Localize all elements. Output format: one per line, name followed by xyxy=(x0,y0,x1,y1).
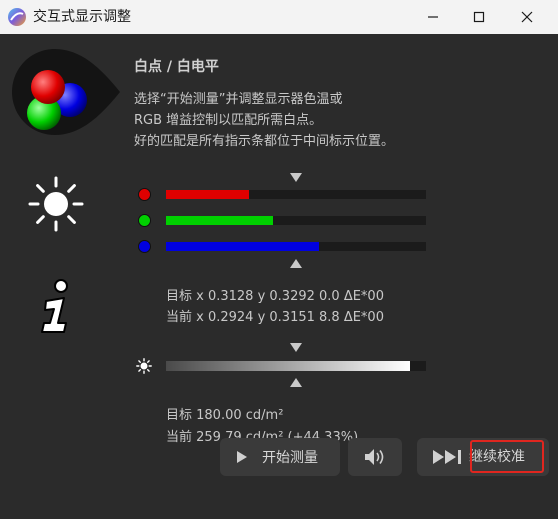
window-title: 交互式显示调整 xyxy=(33,9,131,25)
luminance-fill xyxy=(166,361,411,371)
maximize-button[interactable] xyxy=(456,0,502,34)
play-icon xyxy=(237,451,247,463)
skip-forward-icon xyxy=(433,450,461,464)
start-measurement-button[interactable]: 开始测量 xyxy=(220,438,340,476)
section-heading: 白点 / 白电平 xyxy=(134,59,219,75)
blue-channel-bar xyxy=(166,242,426,251)
minimize-icon xyxy=(428,16,438,18)
description-line: RGB 增益控制以匹配所需白点。 xyxy=(134,113,323,128)
description-line: 好的匹配是所有指示条都位于中间标示位置。 xyxy=(134,134,395,149)
blue-channel-dot xyxy=(138,240,151,253)
green-channel-fill xyxy=(166,216,273,225)
rgb-target-readout: 目标 x 0.3128 y 0.3292 0.0 ΔE*00 xyxy=(166,289,384,304)
luminance-target-marker-bottom xyxy=(290,378,302,387)
description-line: 选择“开始测量”并调整显示器色温或 xyxy=(134,92,343,107)
rgb-circles-icon xyxy=(12,49,120,135)
close-icon xyxy=(521,11,533,23)
red-channel-fill xyxy=(166,190,250,199)
blue-channel-fill xyxy=(166,242,320,251)
highlight-box xyxy=(470,440,544,473)
green-channel-bar xyxy=(166,216,426,225)
luminance-bar xyxy=(166,361,426,371)
sound-toggle-button[interactable] xyxy=(348,438,402,476)
minimize-button[interactable] xyxy=(410,0,456,34)
luminance-target-marker-top xyxy=(290,343,302,352)
red-channel-bar xyxy=(166,190,426,199)
rgb-current-readout: 当前 x 0.2924 y 0.3151 8.8 ΔE*00 xyxy=(166,310,384,325)
display-calibration-app-icon xyxy=(8,8,26,26)
speaker-icon xyxy=(365,449,384,465)
brightness-icon xyxy=(28,176,84,232)
maximize-icon xyxy=(473,11,485,23)
close-button[interactable] xyxy=(504,0,550,34)
green-channel-dot xyxy=(138,214,151,227)
rgb-target-marker-bottom xyxy=(290,259,302,268)
rgb-target-marker-top xyxy=(290,173,302,182)
title-bar: 交互式显示调整 xyxy=(0,0,558,34)
luminance-icon xyxy=(136,358,152,374)
red-channel-dot xyxy=(138,188,151,201)
info-icon xyxy=(41,279,68,333)
luminance-target-readout: 目标 180.00 cd/m² xyxy=(166,408,284,423)
start-measurement-label: 开始测量 xyxy=(262,450,318,466)
